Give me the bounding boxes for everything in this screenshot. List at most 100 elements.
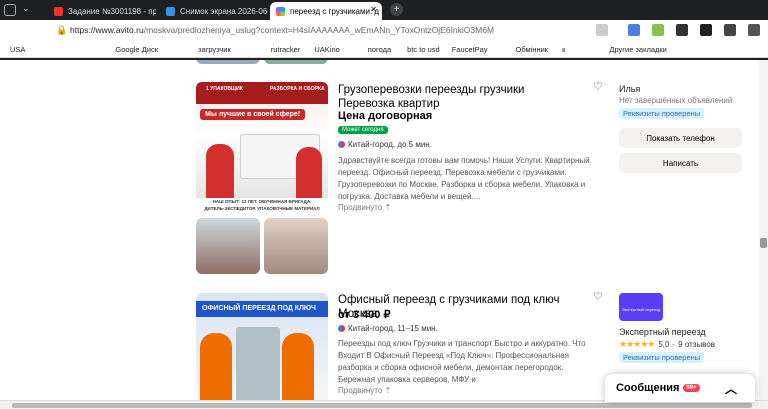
bookmarks-bar: USA Google Диск загрузчик rutracker UAKi… [0, 42, 768, 58]
close-tab-icon[interactable]: ✕ [370, 5, 377, 14]
listing-thumbnail[interactable] [264, 60, 328, 64]
bookmark-faucetpay[interactable]: FaucetPay [452, 45, 488, 54]
rating-sep: · [672, 340, 676, 349]
tab-label: переезд с грузчиками: д [290, 6, 380, 16]
url-host: https://www.avito.ru [70, 25, 144, 35]
promoted-label: Продвинуто ⇡ [338, 203, 391, 212]
rating-value: 5,0 [658, 340, 670, 349]
url-path: /moskva/predlozheniya_uslug?context=H4sI… [143, 25, 495, 35]
task-favicon-icon [54, 6, 63, 16]
listing-main-photo[interactable]: ОФИСНЫЙ ПЕРЕЕЗД ПОД КЛЮЧ [196, 293, 328, 400]
listing-price: Цена договорная [338, 110, 433, 122]
tab-strip: ⌄ Задание №3001198 - про Снимок экрана 2… [0, 0, 768, 20]
messages-label: Сообщения [616, 382, 680, 394]
favorite-heart-icon[interactable]: ♡ [593, 290, 603, 303]
page-content: 1 УПАКОВЩИК РАЗБОРКА И СБОРКА Мы лучшие … [0, 60, 768, 400]
listing-thumbnail[interactable] [196, 60, 260, 64]
seller-name[interactable]: Илья [619, 84, 640, 94]
seller-name[interactable]: Экспертный переезд [619, 327, 706, 337]
photo-footer-line: НАШ ОПЫТ: 12 ЛЕТ. ОБУЧЕННАЯ БРИГАДА. [212, 199, 312, 204]
listing-main-photo[interactable]: 1 УПАКОВЩИК РАЗБОРКА И СБОРКА Мы лучшие … [196, 82, 328, 214]
listing-price: от 3 400 ₽ [338, 309, 391, 321]
listing-title[interactable]: Грузоперевозки переезды грузчики Перевоз… [338, 83, 578, 111]
bookmark-k[interactable]: к [562, 45, 565, 54]
promoted-text: Продвинуто [338, 386, 383, 395]
verified-pill: Реквизиты проверены [619, 108, 705, 119]
bookmark-btc[interactable]: btc to usd [407, 45, 440, 54]
extension-icon[interactable] [676, 24, 688, 36]
seller-logo-text: Экспертный переезд [621, 307, 661, 312]
tab-label: Задание №3001198 - про [68, 6, 156, 16]
url-field[interactable]: https://www.avito.ru/moskva/predlozheniy… [70, 25, 540, 35]
bookmark-loader[interactable]: загрузчик [198, 45, 231, 54]
seller-status: Нет завершённых объявлений [619, 96, 733, 105]
browser-menu-icon[interactable] [4, 4, 16, 16]
seller-rating: ★★★★★ 5,0 · 9 отзывов [619, 339, 715, 350]
photo-footer: НАШ ОПЫТ: 12 ЛЕТ. ОБУЧЕННАЯ БРИГАДА. ДИТ… [196, 198, 328, 214]
bookmark-weather[interactable]: погода [368, 45, 391, 54]
photo-caption: РАЗБОРКА И СБОРКА [270, 86, 325, 92]
promoted-arrow-icon: ⇡ [384, 203, 392, 212]
bookmark-google-drive[interactable]: Google Диск [115, 45, 158, 54]
photo-caption: ОФИСНЫЙ ПЕРЕЕЗД ПОД КЛЮЧ [202, 305, 316, 312]
bookmark-exchanger[interactable]: Обмінник [516, 45, 549, 54]
extension-icon[interactable] [700, 24, 712, 36]
photo-footer-line: ДИТЕЛЬ-ЭКСПЕДИТОР. УПАКОВОЧНЫЕ МАТЕРИАЛ [204, 206, 320, 211]
promoted-arrow-icon: ⇡ [384, 386, 392, 395]
seller-logo[interactable]: Экспертный переезд [619, 293, 663, 321]
bookmark-rutracker[interactable]: rutracker [271, 45, 301, 54]
show-phone-button[interactable]: Показать телефон [619, 128, 742, 148]
image-favicon-icon [166, 6, 175, 16]
verified-pill: Реквизиты проверены [619, 352, 705, 363]
extension-icon[interactable] [652, 24, 664, 36]
location-text: Китай-город, 11–15 мин. [348, 324, 438, 333]
listing-location: Китай-город, 11–15 мин. [338, 324, 438, 333]
chevron-up-icon[interactable]: ︿ [725, 380, 737, 397]
listing-location: Китай-город, до 5 мин. [338, 140, 432, 149]
promoted-text: Продвинуто [338, 203, 383, 212]
tab-task[interactable]: Задание №3001198 - про [48, 2, 156, 20]
favorite-heart-icon[interactable]: ♡ [593, 80, 603, 93]
furniture-image [236, 327, 280, 400]
reviews-count[interactable]: 9 отзывов [678, 340, 715, 349]
vertical-scrollbar[interactable] [759, 60, 768, 400]
listing-thumbnail[interactable] [264, 218, 328, 274]
lock-icon: 🔒 [56, 25, 68, 35]
tab-screenshot[interactable]: Снимок экрана 2026-06-1 [160, 2, 268, 20]
bookmark-other[interactable]: Другие закладки [609, 45, 666, 54]
menu-icon[interactable] [748, 24, 760, 36]
promoted-label: Продвинуто ⇡ [338, 386, 391, 395]
photo-slogan-text: Мы лучшие в своей сфере! [205, 111, 301, 118]
browser-chrome: ⌄ Задание №3001198 - про Снимок экрана 2… [0, 0, 768, 60]
avito-favicon-icon [276, 6, 285, 16]
messages-widget[interactable]: Сообщения 99+ ︿ [605, 374, 755, 402]
location-text: Китай-город, до 5 мин. [348, 140, 432, 149]
worker-image [296, 147, 322, 199]
write-button[interactable]: Написать [619, 153, 742, 173]
scrollbar-thumb[interactable] [760, 238, 767, 248]
photo-slogan: Мы лучшие в своей сфере! [200, 109, 306, 120]
extension-icon[interactable] [628, 24, 640, 36]
worker-image [282, 333, 314, 400]
metro-icon [338, 325, 345, 332]
worker-image [200, 333, 232, 400]
messages-count-badge: 99+ [683, 384, 700, 392]
new-tab-button[interactable]: + [390, 3, 403, 16]
listing-description: Переезды под ключ Грузчики и транспорт Б… [338, 339, 586, 384]
bookmark-icon[interactable] [596, 24, 608, 36]
listing-thumbnail[interactable] [196, 218, 260, 274]
extension-icon[interactable] [724, 24, 736, 36]
address-bar: ← ↻ 🔒 https://www.avito.ru/moskva/predlo… [0, 20, 768, 58]
listing-description: Здравствуйте всегда готовы вам помочь! Н… [338, 156, 590, 201]
photo-caption: 1 УПАКОВЩИК [206, 86, 243, 92]
tab-avito[interactable]: переезд с грузчиками: д ✕ [270, 2, 382, 20]
tab-list-icon[interactable]: ⌄ [22, 3, 30, 14]
metro-icon [338, 141, 345, 148]
rating-stars-icon: ★★★★★ [619, 339, 655, 349]
scrollbar-thumb[interactable] [12, 403, 752, 408]
bookmark-usa[interactable]: USA [10, 45, 25, 54]
tab-label: Снимок экрана 2026-06-1 [180, 6, 268, 16]
worker-image [206, 144, 234, 199]
bookmark-uakino[interactable]: UAKino [314, 45, 339, 54]
available-today-badge: Может сегодня [338, 126, 388, 134]
